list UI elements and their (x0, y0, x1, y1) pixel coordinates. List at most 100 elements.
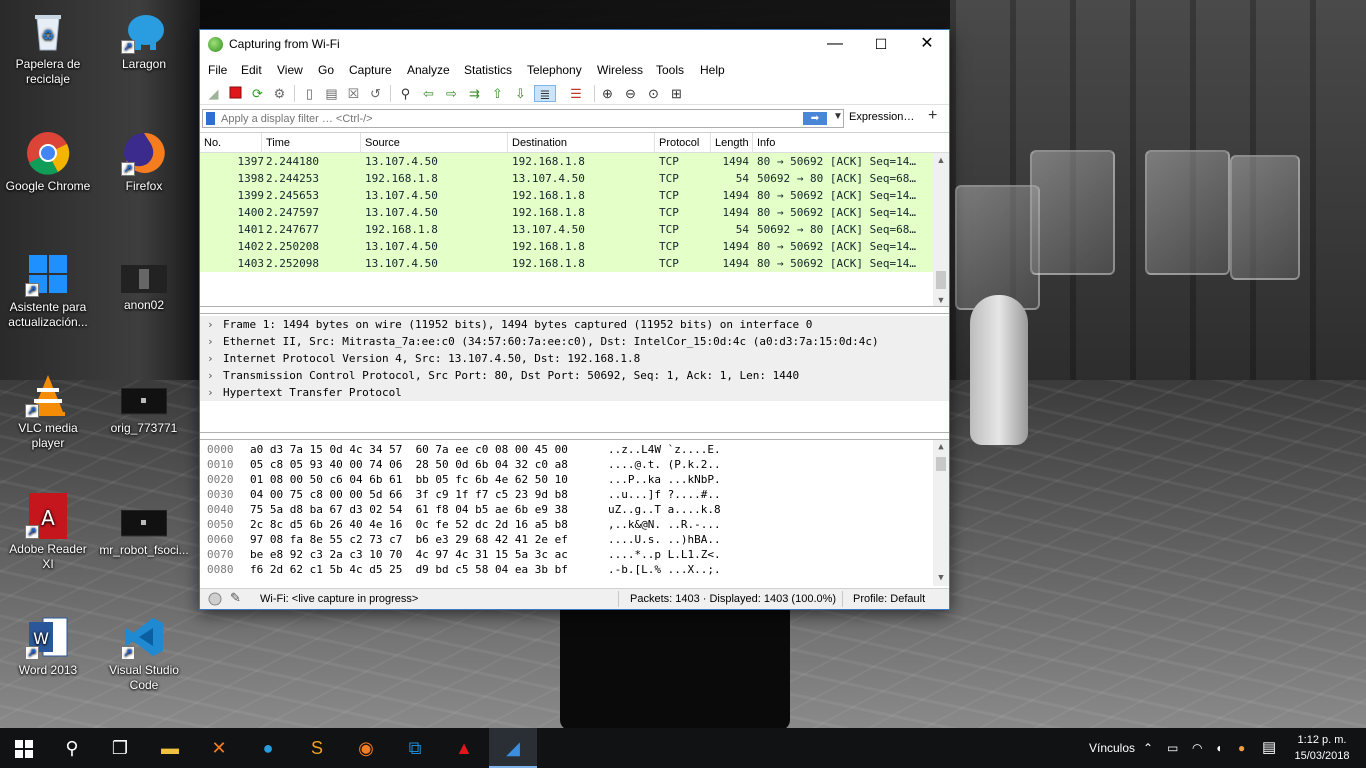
expand-arrow-icon[interactable]: › (207, 350, 214, 367)
scroll-up-icon[interactable]: ▲ (933, 440, 949, 455)
vscode-taskbar-icon[interactable]: ⧉ (391, 728, 439, 768)
capture-options-icon[interactable]: ⚙ (271, 85, 288, 102)
apply-filter-button[interactable]: ➡ (803, 112, 827, 125)
expand-arrow-icon[interactable]: › (207, 333, 214, 350)
menu-telephony[interactable]: Telephony (527, 63, 582, 77)
zoom-out-icon[interactable]: ⊖ (622, 85, 639, 102)
column-header-protocol[interactable]: Protocol (655, 133, 711, 153)
hex-row[interactable]: 0050 2c 8c d5 6b 26 40 4e 16 0c fe 52 dc … (200, 517, 949, 532)
start-button[interactable] (0, 728, 48, 768)
menu-go[interactable]: Go (318, 63, 334, 77)
filter-bookmark-icon[interactable] (206, 112, 215, 125)
reload-file-icon[interactable]: ↺ (367, 85, 384, 102)
adobe-taskbar-icon[interactable]: ▲ (440, 728, 488, 768)
packet-row[interactable]: 1402 2.250208 13.107.4.50 192.168.1.8 TCP 149… (200, 238, 949, 255)
task-view-icon[interactable]: ❐ (96, 728, 144, 768)
maximize-button[interactable]: ☐ (858, 30, 904, 59)
packet-row[interactable]: 1401 2.247677 192.168.1.8 13.107.4.50 TCP 54 5… (200, 221, 949, 238)
desktop-icon-chrome[interactable]: Google Chrome (3, 130, 93, 194)
stop-capture-icon[interactable] (227, 85, 244, 102)
firefox-taskbar-icon[interactable]: ◉ (342, 728, 390, 768)
menu-wireless[interactable]: Wireless (597, 63, 643, 77)
hex-row[interactable]: 0070 be e8 92 c3 2a c3 10 70 4c 97 4c 31 … (200, 547, 949, 562)
expert-info-icon[interactable] (208, 591, 223, 609)
column-header-destination[interactable]: Destination (508, 133, 655, 153)
menu-capture[interactable]: Capture (349, 63, 392, 77)
close-button[interactable]: ✕ (904, 30, 950, 59)
expand-arrow-icon[interactable]: › (207, 367, 214, 384)
scroll-down-icon[interactable]: ▼ (933, 293, 949, 306)
action-center-icon[interactable]: ▤ (1262, 728, 1276, 768)
laragon-taskbar-icon[interactable]: ● (244, 728, 292, 768)
capture-comment-icon[interactable]: ✎ (230, 590, 241, 606)
hex-row[interactable]: 0040 75 5a d8 ba 67 d3 02 54 61 f8 04 b5 … (200, 502, 949, 517)
desktop-icon-mr-robot[interactable]: mr_robot_fsoci... (99, 509, 189, 558)
expand-arrow-icon[interactable]: › (207, 384, 214, 401)
xampp-icon[interactable]: ✕ (195, 728, 243, 768)
add-filter-button[interactable]: + (928, 107, 937, 125)
packet-row[interactable]: 1403 2.252098 13.107.4.50 192.168.1.8 TCP 149… (200, 255, 949, 272)
hex-row[interactable]: 0020 01 08 00 50 c6 04 6b 61 bb 05 fc 6b … (200, 472, 949, 487)
desktop-icon-orig-773771[interactable]: orig_773771 (99, 387, 189, 436)
colorize-icon[interactable]: ☰ (565, 85, 587, 102)
desktop-icon-adobe-reader[interactable]: A ↗ Adobe Reader XI (3, 493, 93, 572)
display-filter-input[interactable] (221, 111, 781, 126)
column-header-source[interactable]: Source (361, 133, 508, 153)
menu-tools[interactable]: Tools (656, 63, 684, 77)
hex-scrollbar[interactable]: ▲ ▼ (933, 440, 949, 586)
desktop-icon-update-assistant[interactable]: ↗ Asistente para actualización... (3, 251, 93, 330)
hex-row[interactable]: 0000 a0 d3 7a 15 0d 4c 34 57 60 7a ee c0 … (200, 442, 949, 457)
open-file-icon[interactable]: ▯ (301, 85, 318, 102)
go-back-icon[interactable]: ⇦ (420, 85, 437, 102)
desktop-icon-vscode[interactable]: ↗ Visual Studio Code (99, 614, 189, 693)
volume-icon[interactable]: ◖ (1215, 728, 1222, 768)
menu-analyze[interactable]: Analyze (407, 63, 450, 77)
menu-edit[interactable]: Edit (241, 63, 262, 77)
start-capture-icon[interactable]: ◢ (205, 85, 222, 102)
menu-view[interactable]: View (277, 63, 303, 77)
detail-row[interactable]: › Ethernet II, Src: Mitrasta_7a:ee:c0 (34… (200, 333, 949, 350)
close-file-icon[interactable]: ☒ (345, 85, 362, 102)
scroll-thumb[interactable] (936, 457, 946, 471)
hex-row[interactable]: 0010 05 c8 05 93 40 00 74 06 28 50 0d 6b … (200, 457, 949, 472)
detail-row[interactable]: › Transmission Control Protocol, Src Port… (200, 367, 949, 384)
packet-row[interactable]: 1398 2.244253 192.168.1.8 13.107.4.50 TCP 54 5… (200, 170, 949, 187)
zoom-normal-icon[interactable]: ⊙ (645, 85, 662, 102)
file-explorer-icon[interactable]: ▬ (146, 728, 194, 768)
go-to-packet-icon[interactable]: ⇉ (466, 85, 483, 102)
wifi-icon[interactable]: ◠ (1192, 728, 1202, 768)
filter-history-dropdown[interactable]: ▼ (833, 111, 843, 122)
clock[interactable]: 1:12 p. m. 15/03/2018 (1288, 732, 1356, 764)
expand-arrow-icon[interactable]: › (207, 316, 214, 333)
restart-capture-icon[interactable]: ⟳ (249, 85, 266, 102)
expression-button[interactable]: Expression… (849, 111, 914, 123)
last-packet-icon[interactable]: ⇩ (512, 85, 529, 102)
title-bar[interactable]: Capturing from Wi-Fi — ☐ ✕ (200, 30, 949, 59)
desktop-icon-vlc[interactable]: ↗ VLC media player (3, 372, 93, 451)
save-file-icon[interactable]: ▤ (323, 85, 340, 102)
search-icon[interactable]: ⚲ (48, 728, 96, 768)
packet-row[interactable]: 1400 2.247597 13.107.4.50 192.168.1.8 TCP 149… (200, 204, 949, 221)
desktop-icon-firefox[interactable]: ↗ Firefox (99, 130, 189, 194)
scroll-up-icon[interactable]: ▲ (933, 153, 949, 168)
desktop-icon-anon02[interactable]: anon02 (99, 263, 189, 313)
menu-file[interactable]: File (208, 63, 227, 77)
scroll-down-icon[interactable]: ▼ (933, 571, 949, 586)
zoom-in-icon[interactable]: ⊕ (599, 85, 616, 102)
hex-row[interactable]: 0080 f6 2d 62 c1 5b 4c d5 25 d9 bd c5 58 … (200, 562, 949, 577)
column-header-time[interactable]: Time (262, 133, 361, 153)
desktop-icon-laragon[interactable]: ↗ Laragon (99, 8, 189, 72)
hex-row[interactable]: 0030 04 00 75 c8 00 00 5d 66 3f c9 1f f7 … (200, 487, 949, 502)
packet-list-scrollbar[interactable]: ▲ ▼ (933, 153, 949, 306)
first-packet-icon[interactable]: ⇧ (489, 85, 506, 102)
detail-row[interactable]: › Internet Protocol Version 4, Src: 13.10… (200, 350, 949, 367)
desktop-icon-word[interactable]: W ↗ Word 2013 (3, 614, 93, 678)
menu-help[interactable]: Help (700, 63, 725, 77)
minimize-button[interactable]: — (812, 30, 858, 59)
menu-statistics[interactable]: Statistics (464, 63, 512, 77)
sublime-icon[interactable]: S (293, 728, 341, 768)
detail-row[interactable]: › Hypertext Transfer Protocol (200, 384, 949, 401)
scroll-thumb[interactable] (936, 271, 946, 289)
wireshark-taskbar-icon[interactable]: ◢ (489, 728, 537, 768)
resize-columns-icon[interactable]: ⊞ (668, 85, 685, 102)
